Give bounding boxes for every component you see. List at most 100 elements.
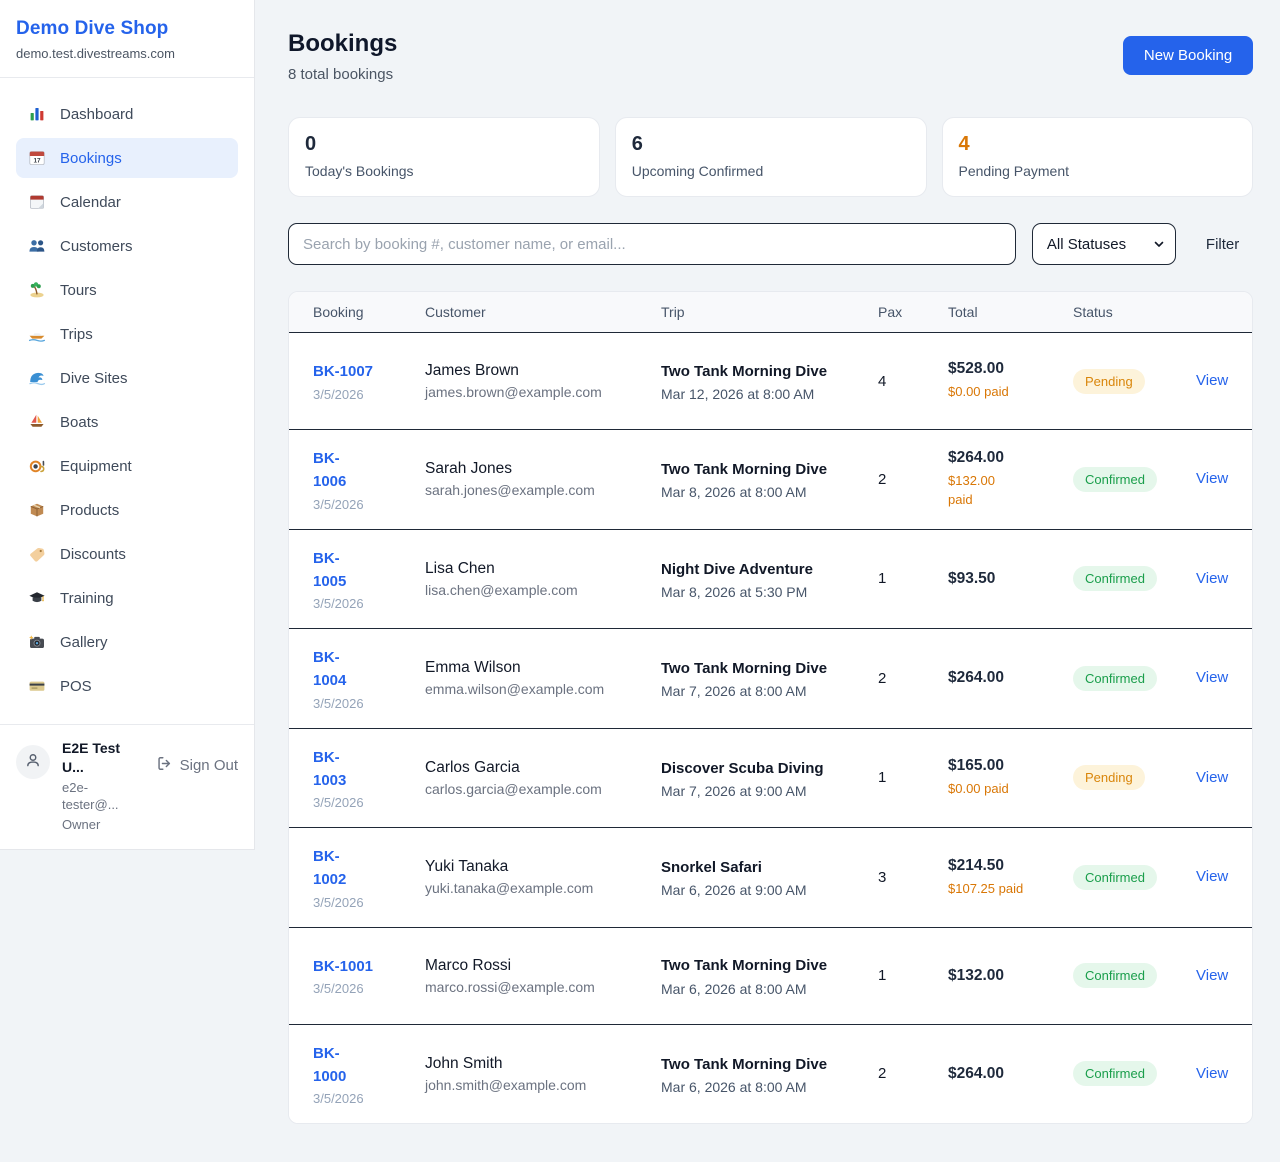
user-email: e2e-tester@... bbox=[62, 779, 144, 814]
package-icon bbox=[28, 501, 46, 519]
trip-cell: Two Tank Morning Dive Mar 7, 2026 at 8:0… bbox=[661, 657, 878, 699]
total-amount: $264.00 bbox=[948, 449, 1073, 467]
sidebar-item-trips[interactable]: Trips bbox=[16, 314, 238, 354]
customer-name: Emma Wilson bbox=[425, 659, 661, 677]
customer-cell: James Brown james.brown@example.com bbox=[425, 362, 661, 400]
sidebar-item-dive-sites[interactable]: Dive Sites bbox=[16, 358, 238, 398]
booking-id-link[interactable]: BK- 1000 bbox=[313, 1042, 346, 1089]
status-badge: Confirmed bbox=[1073, 1061, 1157, 1086]
status-badge: Confirmed bbox=[1073, 865, 1157, 890]
sidebar-item-calendar[interactable]: Calendar bbox=[16, 182, 238, 222]
sidebar-item-products[interactable]: Products bbox=[16, 490, 238, 530]
customer-name: Marco Rossi bbox=[425, 957, 661, 975]
sidebar-item-discounts[interactable]: Discounts bbox=[16, 534, 238, 574]
search-input[interactable] bbox=[288, 223, 1016, 265]
page-header: Bookings 8 total bookings New Booking bbox=[288, 30, 1253, 83]
sidebar-item-label: Trips bbox=[60, 326, 93, 343]
actions-cell: View bbox=[1196, 868, 1228, 886]
sidebar-item-customers[interactable]: Customers bbox=[16, 226, 238, 266]
camera-icon bbox=[28, 633, 46, 651]
trip-datetime: Mar 6, 2026 at 8:00 AM bbox=[661, 981, 841, 997]
booking-id-link[interactable]: BK- 1002 bbox=[313, 845, 346, 892]
col-header-customer: Customer bbox=[425, 304, 661, 320]
actions-cell: View bbox=[1196, 1065, 1228, 1083]
customer-name: Carlos Garcia bbox=[425, 759, 661, 777]
sidebar-header: Demo Dive Shop demo.test.divestreams.com bbox=[0, 0, 254, 78]
pax-cell: 2 bbox=[878, 670, 948, 687]
view-link[interactable]: View bbox=[1196, 967, 1228, 984]
table-header-row: Booking Customer Trip Pax Total Status bbox=[289, 292, 1252, 333]
booking-cell: BK- 1005 3/5/2026 bbox=[313, 547, 425, 612]
booking-date: 3/5/2026 bbox=[313, 895, 425, 910]
booking-id-link[interactable]: BK- 1005 bbox=[313, 547, 346, 594]
booking-date: 3/5/2026 bbox=[313, 387, 425, 402]
booking-date: 3/5/2026 bbox=[313, 696, 425, 711]
view-link[interactable]: View bbox=[1196, 372, 1228, 389]
booking-cell: BK-1001 3/5/2026 bbox=[313, 955, 425, 996]
sidebar-item-tours[interactable]: Tours bbox=[16, 270, 238, 310]
sign-out-button[interactable]: Sign Out bbox=[156, 755, 238, 776]
table-row: BK-1007 3/5/2026 James Brown james.brown… bbox=[289, 333, 1252, 430]
trip-datetime: Mar 12, 2026 at 8:00 AM bbox=[661, 386, 841, 402]
stat-card: 6 Upcoming Confirmed bbox=[615, 117, 927, 197]
svg-text:17: 17 bbox=[33, 158, 41, 165]
view-link[interactable]: View bbox=[1196, 570, 1228, 587]
trip-name: Two Tank Morning Dive bbox=[661, 1053, 831, 1076]
trip-name: Two Tank Morning Dive bbox=[661, 657, 831, 680]
page-subtitle: 8 total bookings bbox=[288, 66, 397, 83]
sidebar-user: E2E Test U... e2e-tester@... Owner Sign … bbox=[0, 724, 254, 849]
sidebar-nav: Dashboard 17 Bookings Calendar Customers… bbox=[0, 78, 254, 724]
booking-cell: BK- 1000 3/5/2026 bbox=[313, 1042, 425, 1107]
view-link[interactable]: View bbox=[1196, 470, 1228, 487]
status-select[interactable]: All Statuses bbox=[1032, 223, 1176, 265]
actions-cell: View bbox=[1196, 967, 1228, 985]
filter-button[interactable]: Filter bbox=[1192, 236, 1253, 253]
customer-cell: Lisa Chen lisa.chen@example.com bbox=[425, 560, 661, 598]
view-link[interactable]: View bbox=[1196, 669, 1228, 686]
table-row: BK- 1004 3/5/2026 Emma Wilson emma.wilso… bbox=[289, 629, 1252, 729]
pax-cell: 3 bbox=[878, 869, 948, 886]
pax-cell: 1 bbox=[878, 967, 948, 984]
trip-cell: Two Tank Morning Dive Mar 6, 2026 at 8:0… bbox=[661, 1053, 878, 1095]
total-amount: $264.00 bbox=[948, 1065, 1073, 1083]
view-link[interactable]: View bbox=[1196, 769, 1228, 786]
new-booking-button[interactable]: New Booking bbox=[1123, 36, 1253, 75]
total-cell: $132.00 bbox=[948, 967, 1073, 985]
booking-id-link[interactable]: BK- 1003 bbox=[313, 746, 346, 793]
credit-card-icon bbox=[28, 677, 46, 695]
total-amount: $93.50 bbox=[948, 570, 1073, 588]
tear-calendar-icon bbox=[28, 193, 46, 211]
booking-id-link[interactable]: BK-1007 bbox=[313, 360, 373, 383]
col-header-pax: Pax bbox=[878, 304, 948, 320]
sidebar-item-pos[interactable]: POS bbox=[16, 666, 238, 706]
stat-value: 6 bbox=[632, 133, 910, 156]
user-role: Owner bbox=[62, 816, 144, 834]
actions-cell: View bbox=[1196, 669, 1228, 687]
trip-name: Two Tank Morning Dive bbox=[661, 458, 831, 481]
wave-icon bbox=[28, 369, 46, 387]
actions-cell: View bbox=[1196, 470, 1228, 488]
booking-id-link[interactable]: BK-1001 bbox=[313, 955, 373, 978]
trip-name: Discover Scuba Diving bbox=[661, 757, 831, 780]
stat-label: Upcoming Confirmed bbox=[632, 163, 910, 179]
sidebar-item-training[interactable]: Training bbox=[16, 578, 238, 618]
status-badge: Confirmed bbox=[1073, 467, 1157, 492]
total-amount: $264.00 bbox=[948, 669, 1073, 687]
status-cell: Confirmed bbox=[1073, 1061, 1196, 1086]
view-link[interactable]: View bbox=[1196, 868, 1228, 885]
sidebar-item-gallery[interactable]: Gallery bbox=[16, 622, 238, 662]
booking-id-link[interactable]: BK- 1006 bbox=[313, 447, 346, 494]
paid-amount: $0.00 paid bbox=[948, 382, 1073, 402]
sidebar-item-dashboard[interactable]: Dashboard bbox=[16, 94, 238, 134]
sidebar-item-equipment[interactable]: Equipment bbox=[16, 446, 238, 486]
customer-cell: John Smith john.smith@example.com bbox=[425, 1055, 661, 1093]
sidebar-item-bookings[interactable]: 17 Bookings bbox=[16, 138, 238, 178]
shop-domain: demo.test.divestreams.com bbox=[16, 46, 238, 61]
table-row: BK- 1003 3/5/2026 Carlos Garcia carlos.g… bbox=[289, 729, 1252, 829]
booking-id-link[interactable]: BK- 1004 bbox=[313, 646, 346, 693]
sidebar-item-boats[interactable]: Boats bbox=[16, 402, 238, 442]
view-link[interactable]: View bbox=[1196, 1065, 1228, 1082]
booking-cell: BK- 1002 3/5/2026 bbox=[313, 845, 425, 910]
avatar bbox=[16, 745, 50, 779]
table-row: BK- 1006 3/5/2026 Sarah Jones sarah.jone… bbox=[289, 430, 1252, 530]
